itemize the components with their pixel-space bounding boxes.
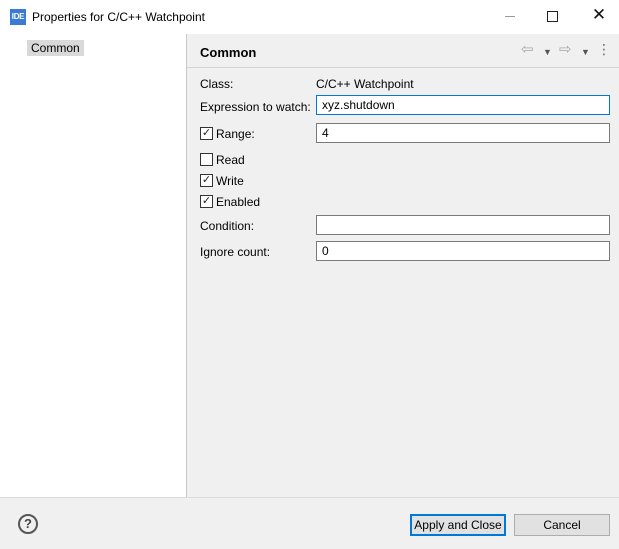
back-dropdown-icon[interactable]: ▼ [543, 43, 552, 61]
back-arrow-icon[interactable]: ⇦ [521, 41, 534, 59]
range-label: Range: [216, 127, 255, 141]
ignore-count-input[interactable]: 0 [316, 241, 610, 261]
page-header: Common ⇦ ▼ ⇨ ▼ ⋮ [187, 34, 619, 68]
close-button[interactable]: ✕ [576, 0, 619, 34]
condition-input[interactable] [316, 215, 610, 235]
expression-label: Expression to watch: [200, 100, 311, 114]
help-icon[interactable]: ? [18, 514, 38, 534]
enabled-checkbox[interactable]: ✓ [200, 195, 213, 208]
forward-arrow-icon[interactable]: ⇨ [559, 41, 572, 59]
class-label: Class: [200, 77, 234, 91]
condition-label: Condition: [200, 219, 255, 233]
dialog-button-bar: ? Apply and Close Cancel [0, 497, 619, 549]
range-checkbox[interactable]: ✓ [200, 127, 213, 140]
maximize-button[interactable] [530, 0, 576, 34]
enabled-label: Enabled [216, 195, 261, 209]
minimize-icon [505, 16, 515, 17]
maximize-icon [547, 11, 558, 22]
ignore-count-label: Ignore count: [200, 245, 271, 259]
view-menu-icon[interactable]: ⋮ [597, 40, 611, 58]
minimize-button[interactable] [487, 0, 533, 34]
window-title: Properties for C/C++ Watchpoint [32, 10, 205, 24]
apply-and-close-button[interactable]: Apply and Close [410, 514, 506, 536]
tree-item-common[interactable]: Common [27, 40, 84, 56]
range-input[interactable]: 4 [316, 123, 610, 143]
read-label: Read [216, 153, 245, 167]
class-value: C/C++ Watchpoint [316, 77, 414, 91]
page-title: Common [200, 45, 257, 60]
title-bar: IDE Properties for C/C++ Watchpoint ✕ [0, 0, 619, 34]
close-icon: ✕ [591, 5, 607, 24]
forward-dropdown-icon[interactable]: ▼ [581, 43, 590, 61]
properties-page: Common ⇦ ▼ ⇨ ▼ ⋮ Class: C/C++ Watchpoint… [187, 34, 619, 497]
write-checkbox[interactable]: ✓ [200, 174, 213, 187]
ide-app-icon: IDE [10, 9, 26, 25]
write-label: Write [216, 174, 244, 188]
category-tree: Common [0, 34, 187, 497]
read-checkbox[interactable] [200, 153, 213, 166]
cancel-button[interactable]: Cancel [514, 514, 610, 536]
expression-input[interactable]: xyz.shutdown [316, 95, 610, 115]
